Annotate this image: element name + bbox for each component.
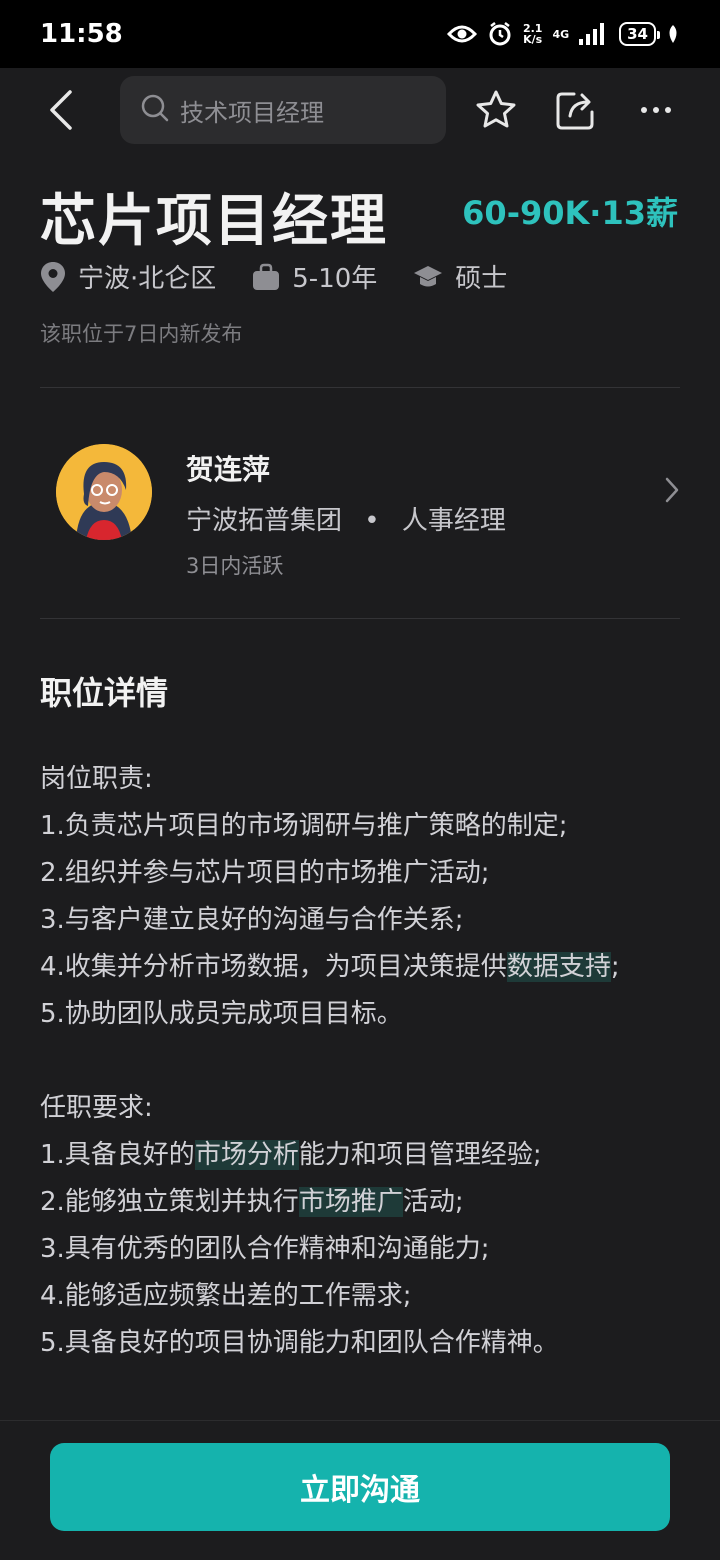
- location-text: 宁波·北仑区: [78, 264, 217, 294]
- battery-indicator: 34: [619, 22, 660, 46]
- req-text: 1.具备良好的: [40, 1140, 195, 1170]
- eye-icon: [446, 24, 477, 44]
- duty-line: 4.收集并分析市场数据，为项目决策提供数据支持;: [40, 944, 680, 991]
- duty-line: 2.组织并参与芯片项目的市场推广活动;: [40, 858, 490, 888]
- requirement-line: 4.能够适应频繁出差的工作需求;: [40, 1281, 412, 1311]
- search-input[interactable]: 技术项目经理: [120, 76, 446, 144]
- avatar: [56, 444, 152, 540]
- status-bar: 11:58 2.1 K/s 4G 34: [0, 0, 720, 68]
- req-text: 2.能够独立策划并执行: [40, 1187, 299, 1217]
- req-text: 能力和项目管理经验;: [298, 1140, 542, 1170]
- speed-unit: K/s: [523, 33, 543, 46]
- separator-dot: •: [364, 506, 380, 536]
- share-icon[interactable]: [554, 88, 598, 132]
- duty-line: 5.协助团队成员完成项目目标。: [40, 999, 403, 1029]
- experience-text: 5-10年: [292, 264, 378, 294]
- status-time: 11:58: [40, 19, 123, 49]
- highlight-keyword[interactable]: 数据支持: [506, 952, 611, 982]
- recruiter-card[interactable]: 贺连萍 宁波拓普集团 • 人事经理 3日内活跃: [0, 388, 720, 618]
- duty-text: ;: [610, 952, 620, 982]
- network-speed: 2.1 K/s: [523, 23, 543, 45]
- signal-icon: [579, 23, 609, 45]
- recruiter-name: 贺连萍: [186, 453, 271, 486]
- job-description: 岗位职责: 1.负责芯片项目的市场调研与推广策略的制定; 2.组织并参与芯片项目…: [40, 756, 680, 1367]
- duty-line: 3.与客户建立良好的沟通与合作关系;: [40, 905, 464, 935]
- highlight-keyword[interactable]: 市场分析: [194, 1140, 299, 1170]
- requirement-line: 1.具备良好的市场分析能力和项目管理经验;: [40, 1132, 680, 1179]
- requirements-header: 任职要求:: [40, 1093, 153, 1123]
- recruiter-company: 宁波拓普集团: [186, 506, 343, 536]
- leaf-icon: [666, 24, 680, 44]
- recruiter-active-status: 3日内活跃: [186, 554, 284, 578]
- duty-text: 4.收集并分析市场数据，为项目决策提供: [40, 952, 507, 982]
- network-type: 4G: [552, 27, 570, 41]
- job-meta: 宁波·北仑区 5-10年 硕士: [40, 258, 543, 295]
- search-icon: [140, 93, 170, 127]
- more-icon[interactable]: [634, 88, 678, 132]
- posted-notice: 该职位于7日内新发布: [40, 322, 243, 346]
- divider: [40, 618, 680, 619]
- search-placeholder: 技术项目经理: [180, 98, 324, 127]
- highlight-keyword[interactable]: 市场推广: [298, 1187, 403, 1217]
- requirement-line: 3.具有优秀的团队合作精神和沟通能力;: [40, 1234, 490, 1264]
- briefcase-icon: [253, 263, 280, 290]
- salary: 60-90K·13薪: [462, 194, 678, 232]
- star-icon[interactable]: [474, 88, 518, 132]
- back-arrow-icon[interactable]: [40, 88, 84, 132]
- nav-bar: 技术项目经理: [0, 68, 720, 152]
- recruiter-company-role: 宁波拓普集团 • 人事经理: [186, 500, 506, 537]
- chevron-right-icon: [664, 476, 680, 508]
- bottom-bar: 立即沟通: [0, 1420, 720, 1560]
- alarm-icon: [487, 21, 513, 47]
- req-text: 活动;: [402, 1187, 464, 1217]
- education: 硕士: [413, 258, 507, 295]
- requirement-line: 2.能够独立策划并执行市场推广活动;: [40, 1179, 680, 1226]
- location-pin-icon: [41, 261, 65, 292]
- job-title: 芯片项目经理: [40, 189, 388, 254]
- section-title: 职位详情: [40, 674, 169, 712]
- chat-now-button[interactable]: 立即沟通: [50, 1443, 670, 1531]
- recruiter-role: 人事经理: [401, 506, 506, 536]
- requirement-line: 5.具备良好的项目协调能力和团队合作精神。: [40, 1328, 559, 1358]
- status-icons: 2.1 K/s 4G 34: [446, 21, 680, 47]
- duties-header: 岗位职责:: [40, 764, 153, 794]
- education-text: 硕士: [455, 264, 508, 294]
- duty-line: 1.负责芯片项目的市场调研与推广策略的制定;: [40, 811, 568, 841]
- experience: 5-10年: [252, 258, 377, 295]
- location: 宁波·北仑区: [40, 258, 216, 295]
- graduation-cap-icon: [414, 265, 443, 286]
